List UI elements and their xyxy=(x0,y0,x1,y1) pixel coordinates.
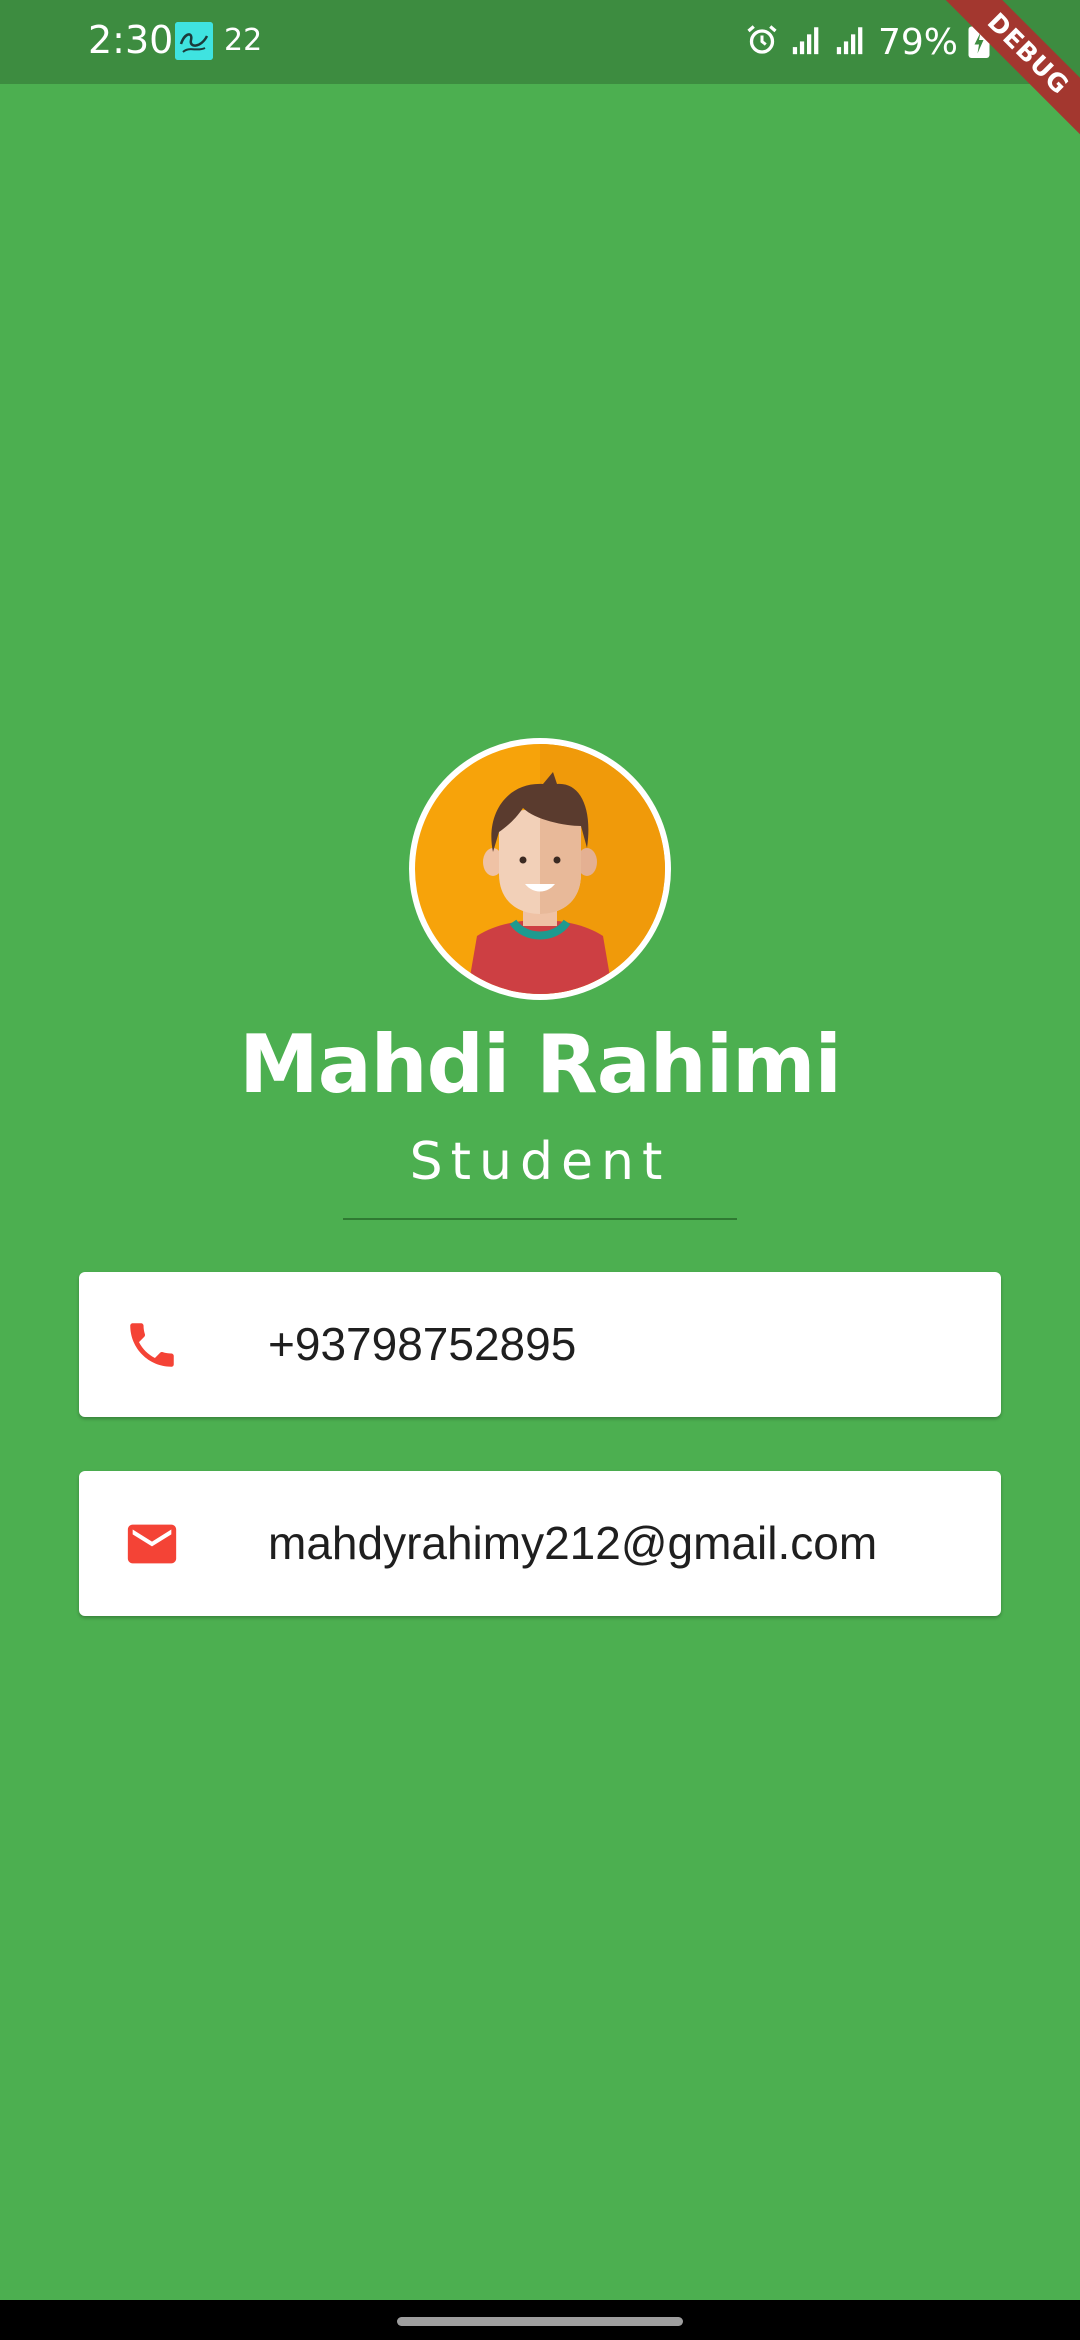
email-card[interactable]: mahdyrahimy212@gmail.com xyxy=(79,1471,1001,1616)
phone-card[interactable]: +93798752895 xyxy=(79,1272,1001,1417)
status-bar: 2:30 22 79% xyxy=(0,0,1080,84)
battery-icon xyxy=(968,21,990,63)
app-notification-icon xyxy=(175,22,213,60)
profile-title: Student xyxy=(409,1132,671,1192)
divider xyxy=(343,1218,737,1220)
mail-icon xyxy=(123,1515,181,1573)
profile-name: Mahdi Rahimi xyxy=(239,1018,842,1111)
notification-count: 22 xyxy=(224,23,263,58)
battery-percent: 79% xyxy=(877,21,958,63)
avatar xyxy=(409,738,671,1000)
person-avatar-icon xyxy=(415,744,665,994)
signal-icon-sim2 xyxy=(834,23,868,62)
home-gesture-handle[interactable] xyxy=(397,2317,683,2326)
phone-icon xyxy=(123,1316,181,1374)
phone-number: +93798752895 xyxy=(268,1318,577,1370)
alarm-icon xyxy=(744,22,780,63)
status-time: 2:30 xyxy=(88,18,174,62)
system-nav-bar xyxy=(0,2300,1080,2340)
email-address: mahdyrahimy212@gmail.com xyxy=(268,1517,878,1569)
status-icons: 79% xyxy=(744,18,990,66)
signal-icon-sim1 xyxy=(790,23,824,62)
